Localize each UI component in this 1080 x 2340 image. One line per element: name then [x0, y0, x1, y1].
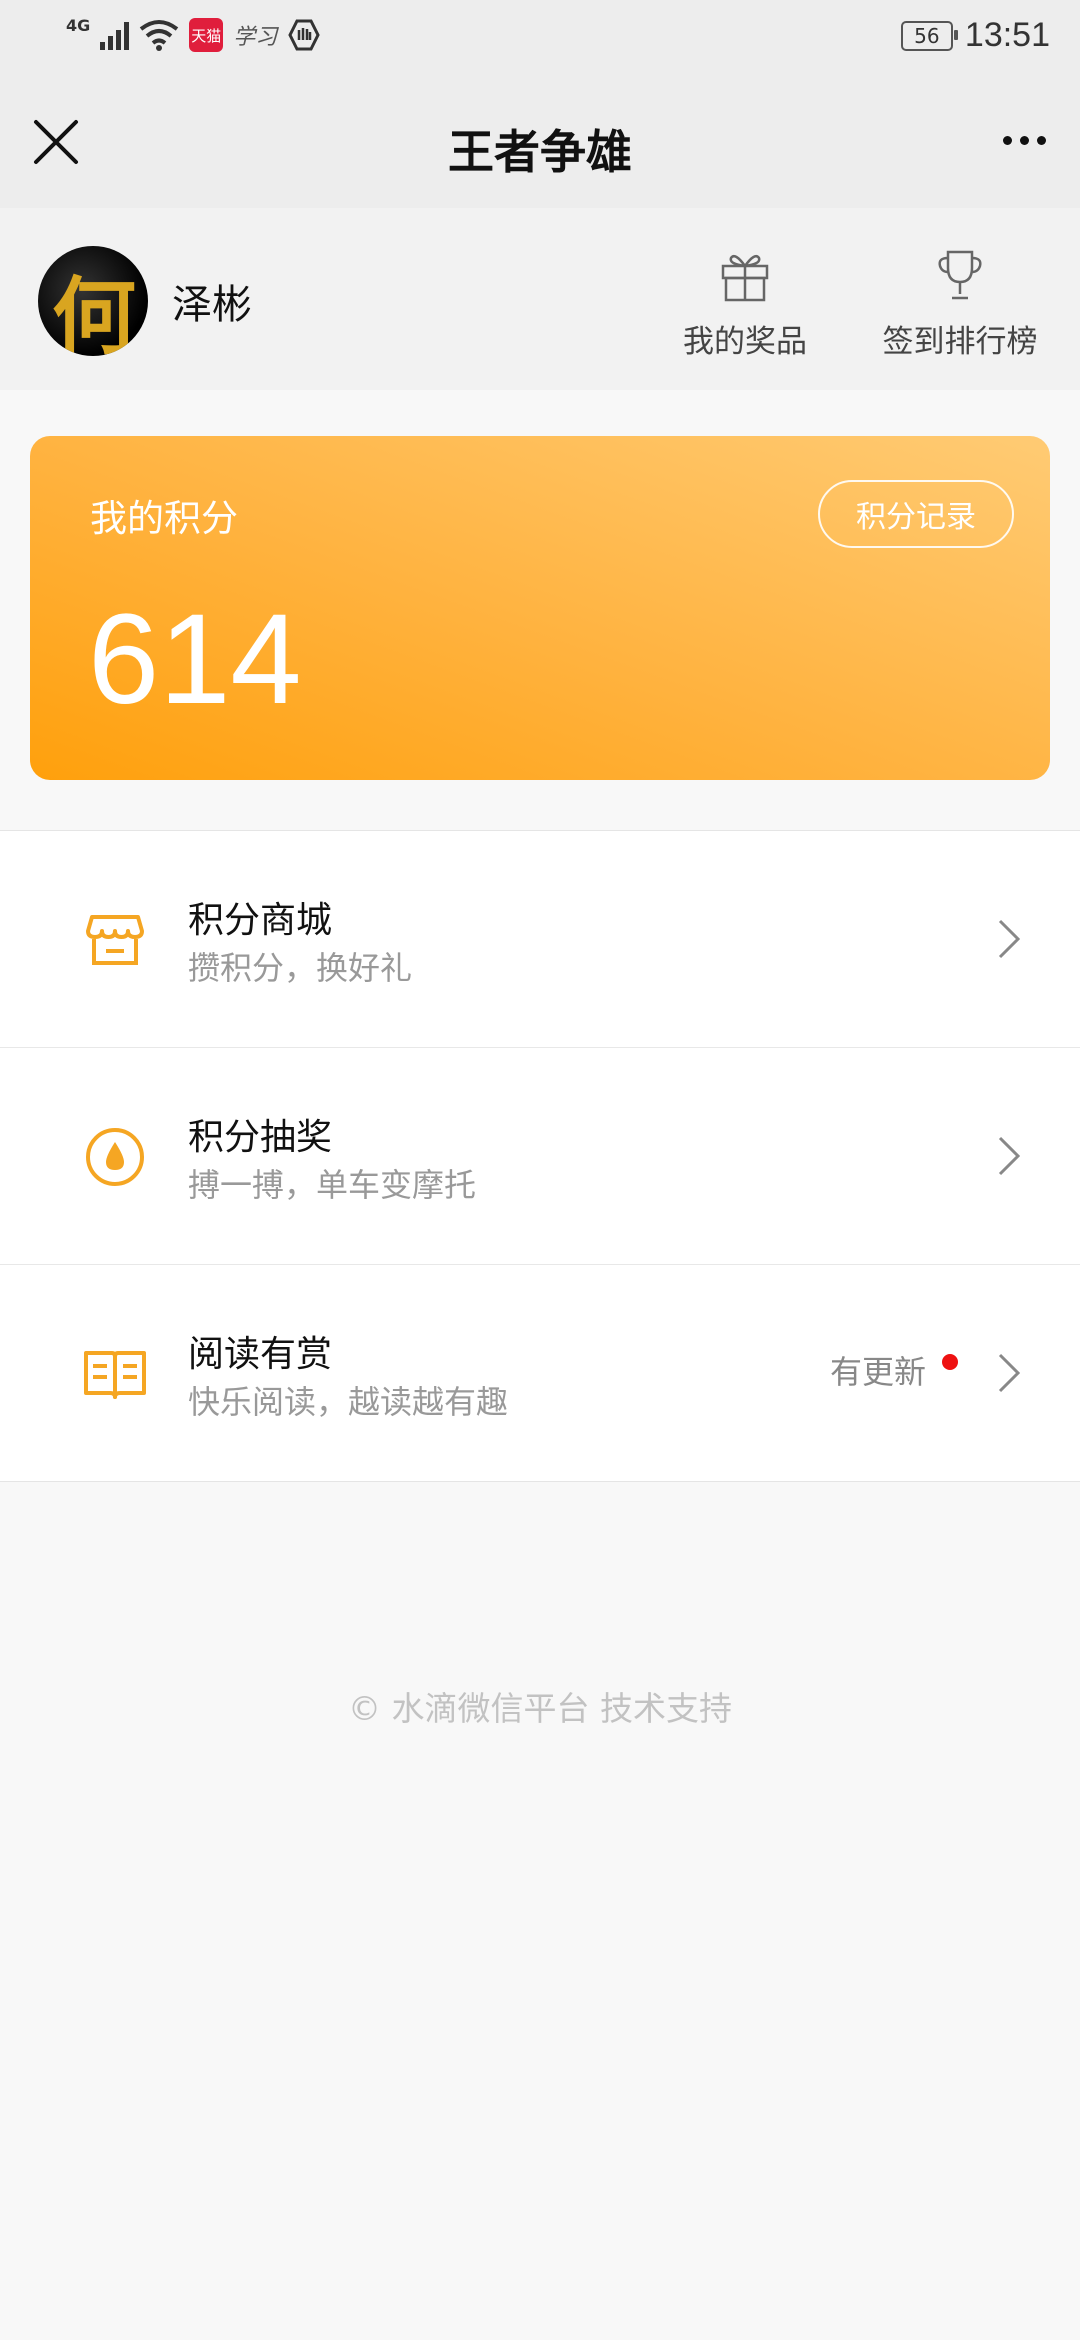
page-title: 王者争雄 [448, 125, 632, 179]
red-dot-icon [942, 1354, 958, 1370]
list-item-title: 积分抽奖 [188, 1117, 333, 1158]
status-right: 56 13:51 [900, 16, 1050, 55]
footer-credit: © 水滴微信平台 技术支持 [348, 1689, 732, 1728]
checkin-ranking-button[interactable]: 签到排行榜 [880, 246, 1040, 361]
clock: 13:51 [964, 16, 1050, 54]
more-icon[interactable] [994, 120, 1054, 160]
shop-icon [86, 915, 144, 965]
chevron-right-icon [998, 1353, 1021, 1393]
nav-bar: 王者争雄 [0, 76, 1080, 208]
points-value: 614 [88, 588, 302, 731]
update-badge: 有更新 [830, 1347, 958, 1393]
study-app-icon: 学习 [233, 25, 278, 50]
tmall-app-icon: 天猫 [189, 18, 224, 52]
battery-level: 56 [914, 23, 940, 48]
avatar-glyph: 何 [52, 267, 137, 356]
status-bar: 4G 天猫 学习 56 13:51 [0, 0, 1080, 76]
update-label: 有更新 [829, 1353, 926, 1391]
menu-list: 积分商城 攒积分，换好礼 积分抽奖 搏一搏，单车变摩托 阅读有赏 快乐阅读，越读… [0, 830, 1080, 1482]
my-prizes-label: 我的奖品 [683, 324, 807, 360]
signal-icon [100, 20, 130, 50]
checkin-ranking-label: 签到排行榜 [882, 324, 1038, 360]
shield-hand-icon [288, 19, 320, 51]
my-prizes-button[interactable]: 我的奖品 [680, 246, 810, 361]
chevron-right-icon [998, 919, 1021, 959]
list-item-points-lottery[interactable]: 积分抽奖 搏一搏，单车变摩托 [0, 1048, 1080, 1265]
list-item-subtitle: 搏一搏，单车变摩托 [188, 1166, 477, 1204]
book-icon [84, 1351, 146, 1399]
points-label: 我的积分 [90, 497, 238, 540]
list-item-subtitle: 攒积分，换好礼 [188, 949, 413, 987]
lottery-drop-icon [86, 1128, 144, 1186]
list-item-subtitle: 快乐阅读，越读越有趣 [188, 1383, 509, 1421]
gift-icon [721, 255, 769, 302]
battery-icon: 56 [900, 20, 958, 51]
user-header: 何 泽彬 我的奖品 签到排行榜 [0, 208, 1080, 390]
status-left: 4G 天猫 学习 [66, 15, 321, 52]
list-item-reading-reward[interactable]: 阅读有赏 快乐阅读，越读越有趣 有更新 [0, 1265, 1080, 1481]
wifi-icon [140, 20, 179, 51]
points-records-button[interactable]: 积分记录 [818, 480, 1014, 548]
chevron-right-icon [998, 1136, 1021, 1176]
trophy-icon [938, 250, 982, 300]
points-card: 我的积分 614 积分记录 [30, 436, 1050, 780]
list-item-points-mall[interactable]: 积分商城 攒积分，换好礼 [0, 831, 1080, 1048]
list-item-title: 积分商城 [188, 900, 333, 941]
avatar[interactable]: 何 [38, 246, 148, 356]
list-item-title: 阅读有赏 [188, 1334, 333, 1375]
network-type: 4G [66, 15, 91, 35]
username: 泽彬 [172, 282, 252, 328]
